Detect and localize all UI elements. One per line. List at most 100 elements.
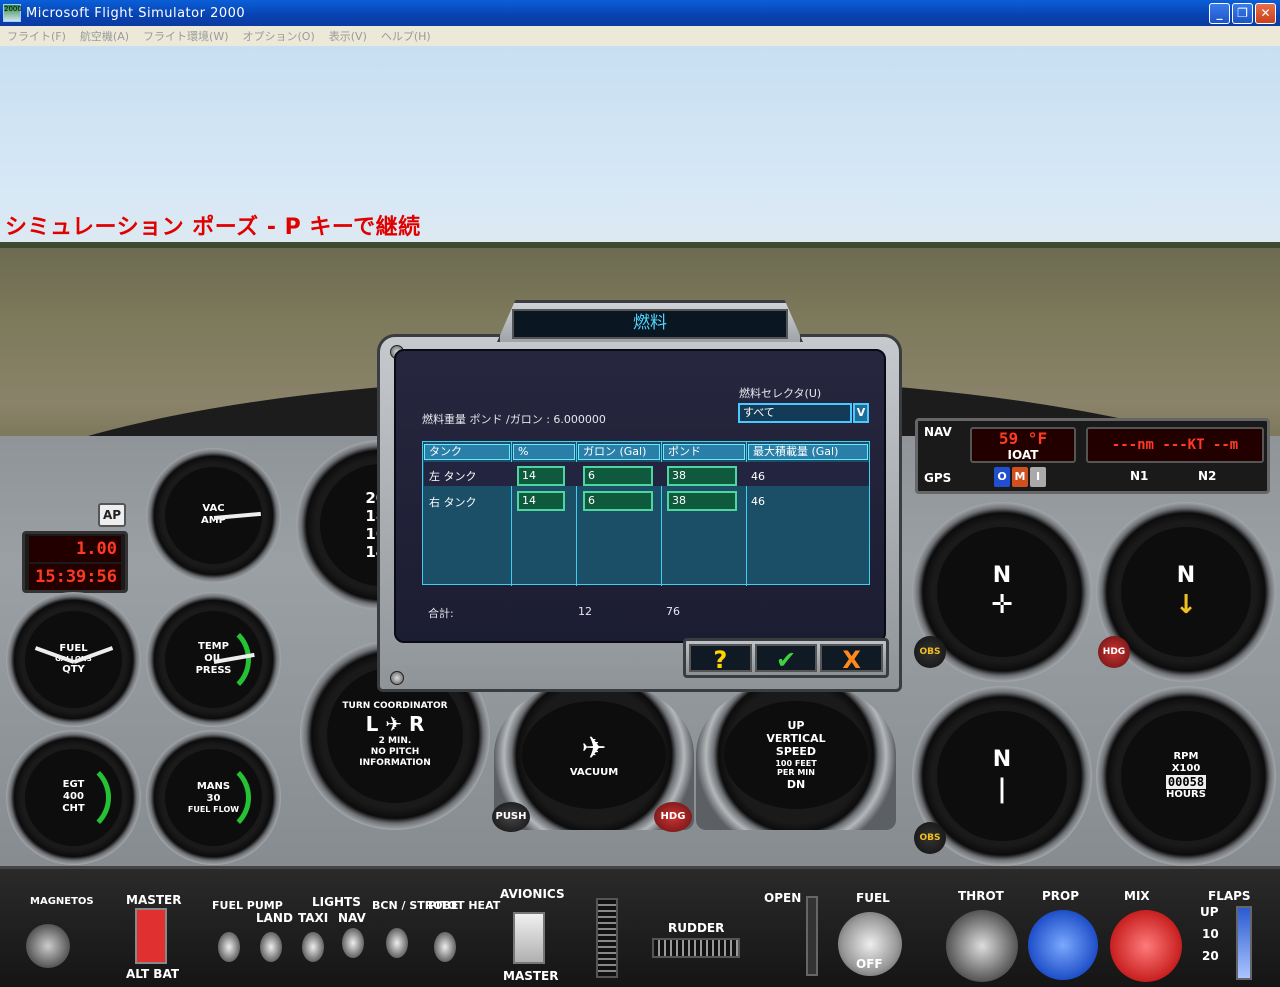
col-pounds[interactable]: ポンド <box>663 444 745 460</box>
window-title: Microsoft Flight Simulator 2000 <box>26 5 246 21</box>
marker-middle-light: M <box>1012 467 1028 487</box>
cancel-button[interactable]: X <box>820 644 884 674</box>
col-percent[interactable]: % <box>513 444 575 460</box>
vsi-dn: DN <box>786 777 806 791</box>
right-tank-name: 右 タンク <box>429 496 477 509</box>
egt-cht-gauge: EGT 400 CHT <box>6 730 141 865</box>
master-switch[interactable] <box>135 908 167 964</box>
minimize-button[interactable]: _ <box>1209 2 1230 24</box>
nav2-needle-icon: | <box>997 773 1007 804</box>
avionics-master-label: MASTER <box>503 969 559 983</box>
tach-hours-label: HOURS <box>1166 788 1206 800</box>
tach-x100: X100 <box>1171 762 1201 774</box>
vsi-title1: VERTICAL <box>766 732 826 746</box>
vac-amp-gauge: VAC AMP <box>146 448 281 583</box>
vsi-title2: SPEED <box>775 745 817 759</box>
obs2-knob[interactable]: OBS <box>914 822 946 854</box>
right-tank-pounds-input[interactable]: 38 <box>667 491 737 511</box>
right-tank-gallons-input[interactable]: 6 <box>583 491 653 511</box>
ok-button[interactable]: ✔ <box>754 644 818 674</box>
horizon <box>0 242 1280 248</box>
rudder-trim[interactable] <box>652 938 740 958</box>
pitot-heat-switch[interactable] <box>434 932 456 962</box>
fuel-pump-switch[interactable] <box>218 932 240 962</box>
maximize-button[interactable]: ❐ <box>1232 2 1253 24</box>
col-gallons[interactable]: ガロン (Gal) <box>578 444 660 460</box>
fuel-quantity-gauge: FUELGALLONSQTY <box>6 592 141 727</box>
dme-display: ---nm ---KT --m <box>1086 427 1264 463</box>
vac-label: VAC <box>202 503 225 515</box>
tach-rpm: RPM <box>1173 750 1199 762</box>
fuel-selector-dropdown[interactable]: すべて <box>738 403 852 423</box>
menu-flight[interactable]: フライト(F) <box>0 28 73 44</box>
turn-no-pitch: NO PITCH <box>370 746 420 757</box>
app-icon[interactable]: 2000 <box>3 4 22 22</box>
turn-2min: 2 MIN. <box>378 736 412 747</box>
total-pounds: 76 <box>666 605 680 618</box>
pitot-heat-label: PITOT HEAT <box>428 899 501 912</box>
nav-radio-panel: NAV GPS 59 °F IOAT ---nm ---KT --m N1 N2 … <box>915 418 1270 494</box>
fuel-dialog-title: 燃料 <box>633 313 667 333</box>
nav-light-label: NAV <box>338 911 366 925</box>
help-button[interactable]: ? <box>689 644 752 674</box>
col-tank[interactable]: タンク <box>424 444 510 460</box>
fuel-dialog-buttons: ? ✔ X <box>683 638 889 678</box>
vsi-note2: PER MIN <box>777 768 815 778</box>
menu-view[interactable]: 表示(V) <box>322 28 374 44</box>
fuel-selector-dlg-label: 燃料セレクタ(U) <box>739 387 822 400</box>
flaps-lever[interactable] <box>1236 906 1252 980</box>
right-tank-percent-input[interactable]: 14 <box>517 491 565 511</box>
adf-hdg-knob[interactable]: HDG <box>1098 636 1130 668</box>
fuel-qty-title: FUEL <box>59 643 88 655</box>
marker-outer-light: O <box>994 467 1010 487</box>
menu-help[interactable]: ヘルプ(H) <box>374 28 438 44</box>
gps-label: GPS <box>924 471 952 485</box>
avionics-label: AVIONICS <box>500 887 565 901</box>
prop-knob[interactable] <box>1028 910 1098 980</box>
n2-label: N2 <box>1198 469 1217 483</box>
screw-bottom-left <box>390 671 404 685</box>
menu-world[interactable]: フライト環境(W) <box>136 28 235 44</box>
menu-aircraft[interactable]: 航空機(A) <box>73 28 136 44</box>
pitch-trim-wheel[interactable] <box>596 898 618 978</box>
left-tank-percent-input[interactable]: 14 <box>517 466 565 486</box>
close-button[interactable]: ✕ <box>1255 2 1276 24</box>
taxi-light-switch[interactable] <box>302 932 324 962</box>
mixture-knob[interactable] <box>1110 910 1182 982</box>
throttle-label: THROT <box>958 889 1004 903</box>
fuel-selector-dropdown-arrow[interactable]: V <box>853 403 869 423</box>
cowl-open-label: OPEN <box>764 891 802 905</box>
nav-light-switch[interactable] <box>342 928 364 958</box>
lights-label: LIGHTS <box>312 895 361 909</box>
pause-message: シミュレーション ポーズ - P キーで継続 <box>5 215 421 240</box>
vacuum-label: VACUUM <box>569 767 619 778</box>
hdg-bug-knob[interactable]: HDG <box>654 802 692 832</box>
throttle-knob[interactable] <box>946 910 1018 982</box>
autopilot-button[interactable]: AP <box>98 503 126 527</box>
adf-heading-n: N <box>1176 563 1196 589</box>
menu-options[interactable]: オプション(O) <box>236 28 322 44</box>
cowl-flaps-lever[interactable] <box>806 896 818 976</box>
left-tank-gallons-input[interactable]: 6 <box>583 466 653 486</box>
push-knob[interactable]: PUSH <box>492 802 530 832</box>
manifold-fuelflow-gauge: MANS 30 FUEL FLOW <box>146 730 281 865</box>
obs1-knob[interactable]: OBS <box>914 636 946 668</box>
flaps-20-label: 20 <box>1202 949 1219 963</box>
fuel-off-label: OFF <box>856 957 883 971</box>
vertical-speed-indicator: UP VERTICAL SPEED 100 FEET PER MIN DN <box>696 680 896 830</box>
digital-clock[interactable]: 1.00 15:39:56 <box>22 531 128 593</box>
window-titlebar: 2000 Microsoft Flight Simulator 2000 _ ❐… <box>0 0 1280 26</box>
fuel-weight-label: 燃料重量 ポンド /ガロン : 6.000000 <box>422 413 606 426</box>
avionics-master-switch[interactable] <box>513 912 545 964</box>
mixture-label: MIX <box>1124 889 1150 903</box>
left-tank-pounds-input[interactable]: 38 <box>667 466 737 486</box>
land-label: LAND <box>256 911 293 925</box>
bcn-strobe-switch[interactable] <box>386 928 408 958</box>
master-label: MASTER <box>126 893 182 907</box>
aircraft-symbol: ✈ <box>581 731 607 766</box>
land-light-switch[interactable] <box>260 932 282 962</box>
taxi-label: TAXI <box>298 911 329 925</box>
col-max-capacity[interactable]: 最大積載量 (Gal) <box>748 444 868 460</box>
left-tank-name: 左 タンク <box>429 470 477 483</box>
magneto-key[interactable] <box>26 924 70 968</box>
